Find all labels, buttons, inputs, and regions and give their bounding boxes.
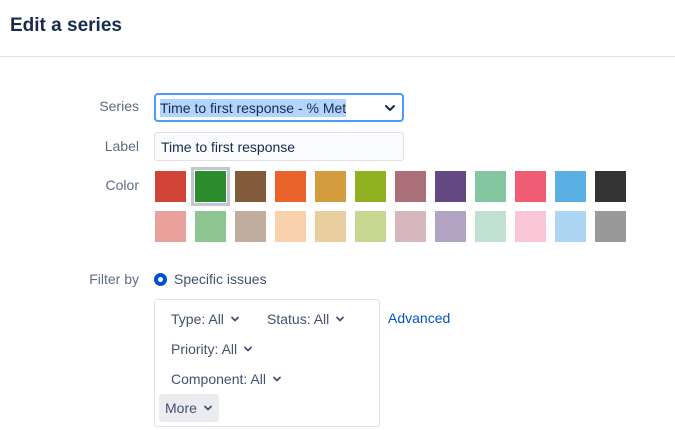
color-swatch[interactable]	[395, 211, 426, 242]
component-filter-button[interactable]: Component: All	[165, 365, 288, 393]
label-field-label: Label	[104, 138, 139, 154]
color-swatch[interactable]	[435, 211, 466, 242]
color-swatch[interactable]	[275, 171, 306, 202]
chevron-down-icon	[244, 346, 253, 352]
color-swatch[interactable]	[235, 211, 266, 242]
dialog-header: Edit a series	[0, 0, 675, 57]
status-filter-label: Status: All	[267, 311, 330, 327]
color-swatch[interactable]	[235, 171, 266, 202]
color-swatch[interactable]	[315, 171, 346, 202]
series-select[interactable]: Time to first response - % Met	[154, 93, 404, 122]
chevron-down-icon	[336, 316, 345, 322]
series-select-value: Time to first response - % Met	[160, 98, 347, 117]
color-swatch[interactable]	[515, 171, 546, 202]
specific-issues-label: Specific issues	[174, 271, 267, 287]
color-swatch[interactable]	[275, 211, 306, 242]
series-label: Series	[99, 98, 139, 114]
more-filters-label: More	[165, 400, 197, 416]
component-filter-label: Component: All	[171, 371, 266, 387]
label-input[interactable]	[154, 132, 404, 161]
color-swatch[interactable]	[475, 211, 506, 242]
specific-issues-radio-option[interactable]: Specific issues	[154, 271, 267, 287]
color-swatch[interactable]	[155, 171, 186, 202]
color-swatch[interactable]	[555, 171, 586, 202]
color-swatch[interactable]	[515, 211, 546, 242]
type-filter-button[interactable]: Type: All	[165, 305, 246, 333]
color-swatch[interactable]	[191, 167, 230, 206]
radio-selected-icon[interactable]	[154, 272, 167, 286]
chevron-down-icon	[204, 405, 212, 411]
advanced-link[interactable]: Advanced	[388, 310, 450, 326]
type-filter-label: Type: All	[171, 311, 224, 327]
chevron-down-icon	[385, 105, 395, 111]
color-swatch[interactable]	[475, 171, 506, 202]
more-filters-button[interactable]: More	[159, 394, 219, 422]
color-swatch[interactable]	[155, 211, 186, 242]
priority-filter-label: Priority: All	[171, 341, 238, 357]
chevron-down-icon	[273, 376, 281, 382]
filter-by-label: Filter by	[89, 271, 139, 287]
color-swatch[interactable]	[355, 171, 386, 202]
priority-filter-button[interactable]: Priority: All	[165, 335, 259, 363]
color-swatch[interactable]	[595, 171, 626, 202]
chevron-down-icon	[231, 316, 239, 322]
color-swatch[interactable]	[195, 211, 226, 242]
status-filter-button[interactable]: Status: All	[261, 305, 351, 333]
color-swatch[interactable]	[395, 171, 426, 202]
color-swatch[interactable]	[595, 211, 626, 242]
dialog-title: Edit a series	[10, 15, 122, 36]
filter-panel: Type: All Status: All Priority: All Comp…	[154, 299, 380, 427]
color-label: Color	[105, 177, 139, 193]
color-swatch[interactable]	[355, 211, 386, 242]
color-swatch[interactable]	[555, 211, 586, 242]
color-swatch[interactable]	[435, 171, 466, 202]
color-swatch[interactable]	[315, 211, 346, 242]
